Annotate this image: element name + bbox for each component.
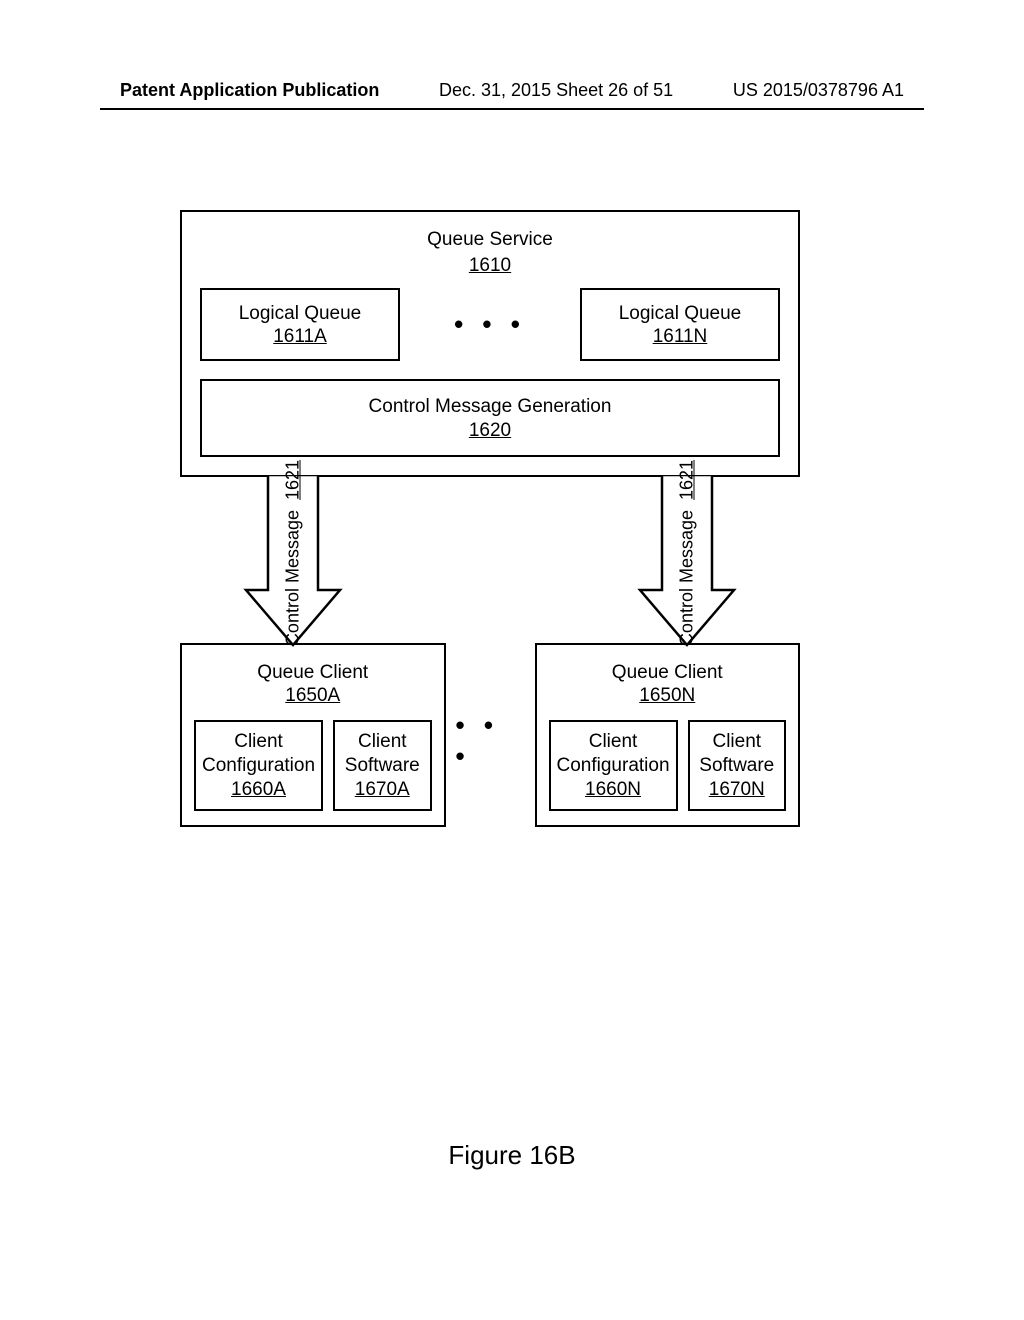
control-message-right-id: 1621: [677, 460, 697, 500]
header-mid: Dec. 31, 2015 Sheet 26 of 51: [439, 80, 673, 101]
header-left: Patent Application Publication: [120, 80, 379, 101]
control-message-right-label: Control Message: [677, 510, 697, 646]
client-configuration-n: Client Configuration 1660N: [549, 720, 678, 811]
page-header: Patent Application Publication Dec. 31, …: [120, 80, 904, 101]
client-software-a-label: Client Software: [341, 730, 423, 778]
diagram: Queue Service 1610 Logical Queue 1611A •…: [180, 210, 800, 827]
client-configuration-n-id: 1660N: [557, 778, 670, 802]
control-message-arrow-right: Control Message 1621: [632, 475, 742, 645]
queue-client-n-id: 1650N: [549, 684, 787, 708]
client-configuration-a-label: Client Configuration: [202, 730, 315, 778]
header-rule: [100, 108, 924, 110]
queue-client-n-inner: Client Configuration 1660N Client Softwa…: [549, 720, 787, 811]
client-software-a: Client Software 1670A: [333, 720, 431, 811]
client-software-n-id: 1670N: [696, 778, 778, 802]
control-message-left-id: 1621: [283, 460, 303, 500]
queue-client-n-title: Queue Client: [549, 661, 787, 685]
queue-clients-row: Queue Client 1650A Client Configuration …: [180, 643, 800, 828]
client-configuration-a: Client Configuration 1660A: [194, 720, 323, 811]
figure-caption: Figure 16B: [0, 1140, 1024, 1171]
control-message-arrow-left: Control Message 1621: [238, 475, 348, 645]
client-software-a-id: 1670A: [341, 778, 423, 802]
header-right: US 2015/0378796 A1: [733, 80, 904, 101]
client-configuration-a-label-text: Client Configuration: [202, 731, 315, 776]
control-message-generation-box: Control Message Generation 1620: [200, 379, 780, 457]
client-software-n-label-text: Client Software: [699, 731, 774, 776]
client-configuration-n-label-text: Client Configuration: [557, 731, 670, 776]
client-software-a-label-text: Client Software: [345, 731, 420, 776]
control-message-left-label: Control Message: [283, 510, 303, 646]
client-configuration-a-id: 1660A: [202, 778, 315, 802]
queue-service-title: Queue Service: [200, 228, 780, 252]
logical-queue-n-label: Logical Queue: [590, 302, 770, 326]
client-software-n-label: Client Software: [696, 730, 778, 778]
logical-queue-row: Logical Queue 1611A • • • Logical Queue …: [200, 288, 780, 362]
control-message-left-text: Control Message 1621: [283, 460, 304, 646]
control-message-right-text: Control Message 1621: [677, 460, 698, 646]
queue-client-a-title: Queue Client: [194, 661, 432, 685]
queue-service-box: Queue Service 1610 Logical Queue 1611A •…: [180, 210, 800, 477]
logical-queue-n: Logical Queue 1611N: [580, 288, 780, 362]
control-message-generation-label: Control Message Generation: [210, 395, 770, 419]
queue-client-a-id: 1650A: [194, 684, 432, 708]
queue-client-a-inner: Client Configuration 1660A Client Softwa…: [194, 720, 432, 811]
client-configuration-n-label: Client Configuration: [557, 730, 670, 778]
queue-client-n: Queue Client 1650N Client Configuration …: [535, 643, 801, 828]
queue-service-id: 1610: [200, 254, 780, 278]
logical-queue-a: Logical Queue 1611A: [200, 288, 400, 362]
logical-queue-a-id: 1611A: [210, 325, 390, 349]
arrows-row: Control Message 1621 Control Message 162…: [180, 477, 800, 647]
queue-clients-ellipsis: • • •: [456, 710, 525, 772]
logical-queue-n-id: 1611N: [590, 325, 770, 349]
logical-queue-a-label: Logical Queue: [210, 302, 390, 326]
client-software-n: Client Software 1670N: [688, 720, 786, 811]
control-message-generation-id: 1620: [210, 419, 770, 443]
queue-client-a: Queue Client 1650A Client Configuration …: [180, 643, 446, 828]
logical-queue-ellipsis: • • •: [454, 309, 526, 340]
